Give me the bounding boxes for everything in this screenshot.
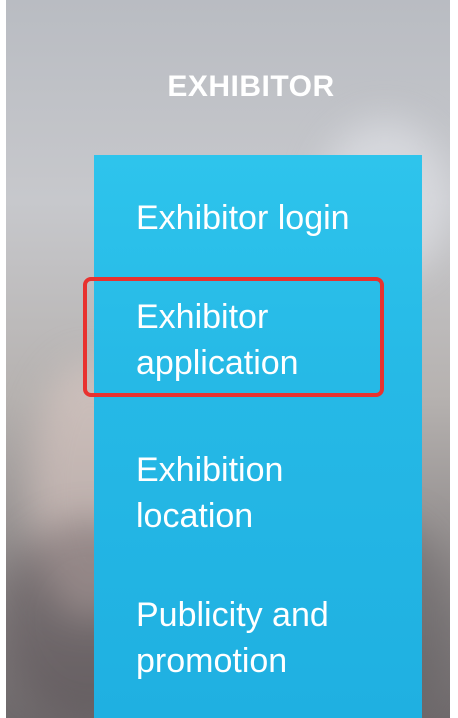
background-photo: EXHIBITOR Exhibitor login Exhibitor appl… xyxy=(0,0,458,718)
menu-item-exhibitor-application[interactable]: Exhibitor application xyxy=(94,294,394,386)
section-title: EXHIBITOR xyxy=(167,70,335,103)
menu-item-publicity-promotion[interactable]: Publicity and promotion xyxy=(94,592,394,684)
page-edge-right xyxy=(450,0,458,718)
menu-item-exhibitor-login[interactable]: Exhibitor login xyxy=(94,195,422,241)
menu-item-exhibition-location[interactable]: Exhibition location xyxy=(94,447,384,539)
dropdown-menu: Exhibitor login Exhibitor application Ex… xyxy=(94,155,422,718)
page-edge-left xyxy=(0,0,6,718)
